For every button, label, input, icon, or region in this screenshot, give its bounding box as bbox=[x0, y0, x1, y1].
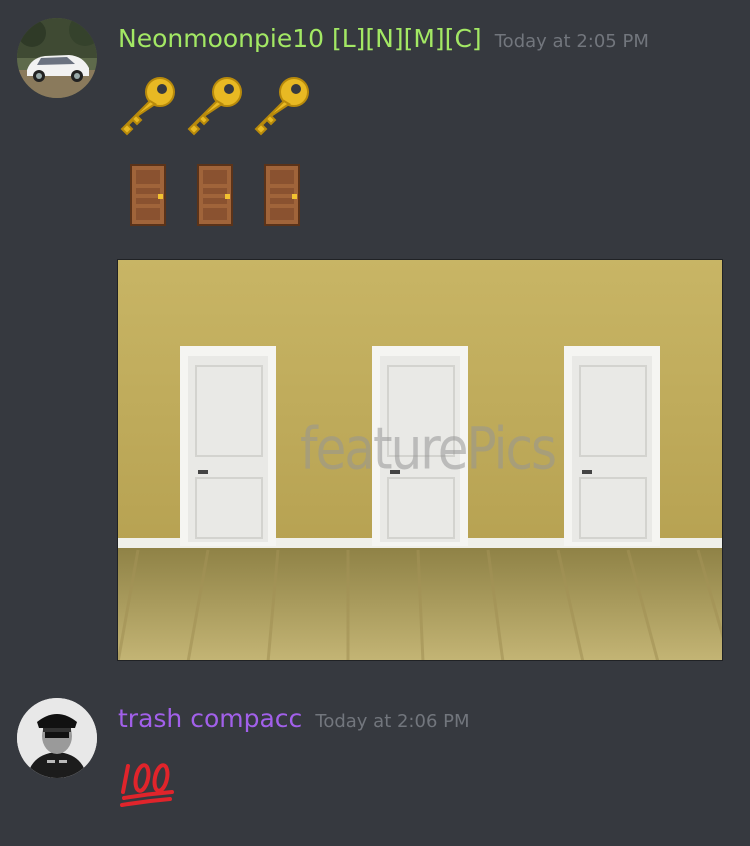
emoji-row-keys bbox=[116, 74, 312, 136]
username[interactable]: Neonmoonpie10 [L][N][M][C] bbox=[118, 24, 482, 53]
door-emoji bbox=[130, 164, 166, 226]
image-attachment[interactable]: featurePics bbox=[117, 259, 723, 661]
message-2: trash compacc Today at 2:06 PM bbox=[0, 680, 750, 846]
key-emoji bbox=[120, 77, 175, 136]
message-header: Neonmoonpie10 [L][N][M][C] Today at 2:05… bbox=[118, 24, 649, 53]
message-1: Neonmoonpie10 [L][N][M][C] Today at 2:05… bbox=[0, 0, 750, 680]
image-watermark: featurePics bbox=[300, 415, 557, 483]
timestamp: Today at 2:06 PM bbox=[315, 711, 470, 732]
key-emoji bbox=[254, 77, 309, 136]
car-avatar[interactable] bbox=[17, 18, 97, 98]
timestamp: Today at 2:05 PM bbox=[494, 31, 649, 52]
message-header: trash compacc Today at 2:06 PM bbox=[118, 704, 470, 733]
door-emoji bbox=[264, 164, 300, 226]
hundred-points-emoji bbox=[120, 763, 174, 807]
officer-avatar[interactable] bbox=[17, 698, 97, 778]
key-emoji bbox=[187, 77, 242, 136]
door-emoji bbox=[197, 164, 233, 226]
emoji-row-hundred bbox=[120, 754, 176, 810]
emoji-row-doors bbox=[130, 164, 300, 226]
username[interactable]: trash compacc bbox=[118, 704, 302, 733]
